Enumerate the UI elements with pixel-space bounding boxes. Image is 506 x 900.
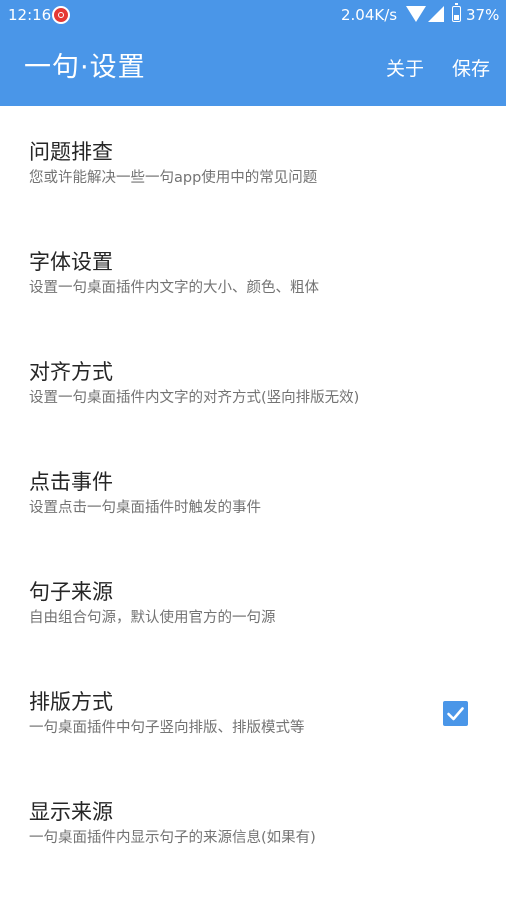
setting-title: 显示来源 [29, 800, 113, 824]
setting-show-source[interactable]: 显示来源 一句桌面插件内显示句子的来源信息(如果有) [0, 766, 506, 876]
setting-font[interactable]: 字体设置 设置一句桌面插件内文字的大小、颜色、粗体 [0, 216, 506, 326]
battery-icon [452, 3, 461, 22]
settings-list: 问题排查 您或许能解决一些一句app使用中的常见问题 字体设置 设置一句桌面插件… [0, 106, 506, 876]
setting-troubleshoot[interactable]: 问题排查 您或许能解决一些一句app使用中的常见问题 [0, 106, 506, 216]
about-button[interactable]: 关于 [386, 56, 424, 82]
setting-subtitle: 设置一句桌面插件内文字的对齐方式(竖向排版无效) [29, 390, 360, 406]
setting-subtitle: 自由组合句源，默认使用官方的一句源 [29, 610, 276, 626]
setting-title: 问题排查 [29, 140, 113, 164]
signal-icon [428, 6, 444, 22]
setting-subtitle: 您或许能解决一些一句app使用中的常见问题 [29, 170, 318, 186]
status-bar: 12:16 2.04K/s 37% [0, 0, 506, 30]
status-time: 12:16 [8, 6, 52, 24]
page-title: 一句·设置 [24, 52, 146, 83]
setting-sentence-source[interactable]: 句子来源 自由组合句源，默认使用官方的一句源 [0, 546, 506, 656]
setting-title: 排版方式 [29, 690, 113, 714]
battery-level: 37% [466, 6, 500, 24]
wifi-icon [406, 6, 426, 22]
save-button[interactable]: 保存 [452, 56, 490, 82]
check-icon [447, 707, 464, 721]
setting-layout[interactable]: 排版方式 一句桌面插件中句子竖向排版、排版模式等 [0, 656, 506, 766]
setting-alignment[interactable]: 对齐方式 设置一句桌面插件内文字的对齐方式(竖向排版无效) [0, 326, 506, 436]
notification-app-icon [52, 6, 70, 24]
setting-title: 点击事件 [29, 470, 113, 494]
app-bar: 12:16 2.04K/s 37% 一句·设置 关于 保存 [0, 0, 506, 106]
setting-subtitle: 设置一句桌面插件内文字的大小、颜色、粗体 [29, 280, 319, 296]
setting-title: 字体设置 [29, 250, 113, 274]
setting-click-event[interactable]: 点击事件 设置点击一句桌面插件时触发的事件 [0, 436, 506, 546]
setting-subtitle: 设置点击一句桌面插件时触发的事件 [29, 500, 261, 516]
setting-title: 句子来源 [29, 580, 113, 604]
network-speed: 2.04K/s [341, 6, 398, 24]
setting-subtitle: 一句桌面插件中句子竖向排版、排版模式等 [29, 720, 305, 736]
show-source-checkbox[interactable] [443, 701, 468, 726]
setting-title: 对齐方式 [29, 360, 113, 384]
setting-subtitle: 一句桌面插件内显示句子的来源信息(如果有) [29, 830, 316, 846]
